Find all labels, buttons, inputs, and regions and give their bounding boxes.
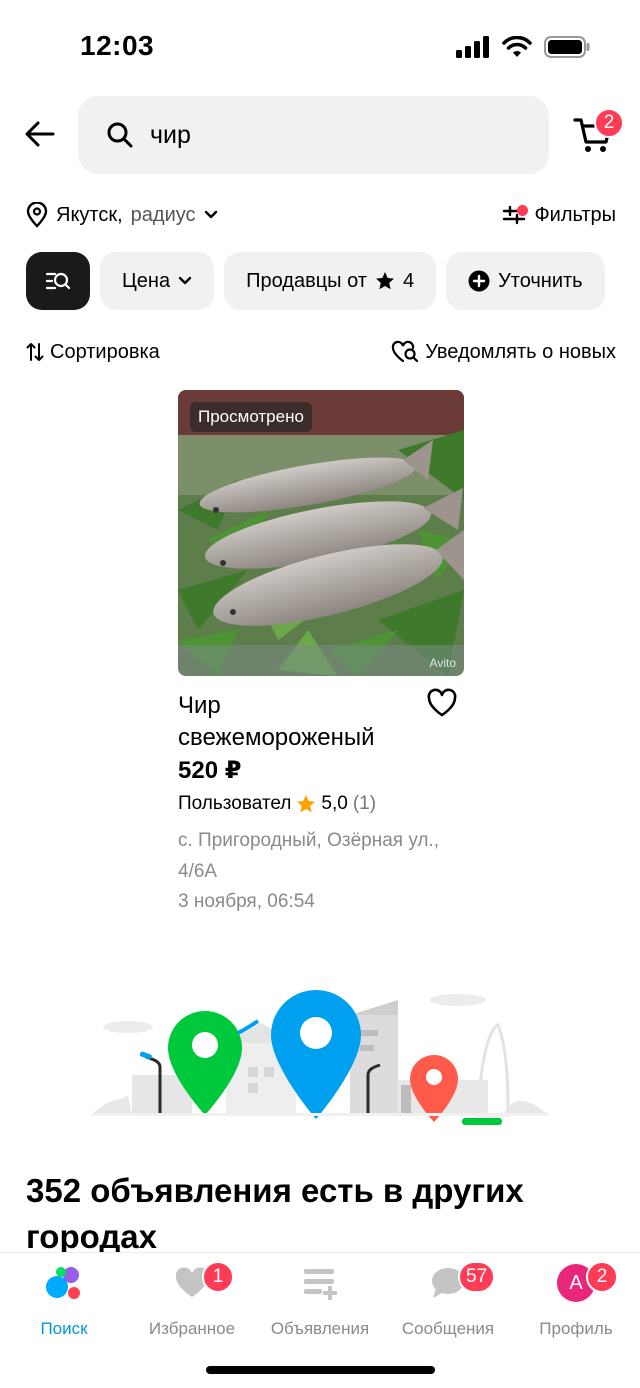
sort-label: Сортировка xyxy=(50,340,160,363)
notify-new-button[interactable]: Уведомлять о новых xyxy=(391,340,616,364)
nav-listings[interactable]: Объявления xyxy=(256,1263,384,1339)
location-city: Якутск, xyxy=(56,203,123,226)
chevron-down-icon xyxy=(204,210,217,219)
other-cities-illustration xyxy=(88,985,558,1130)
plus-circle-icon xyxy=(468,270,490,292)
nav-profile[interactable]: А 2 Профиль xyxy=(512,1261,640,1339)
seller-rating: 5,0 xyxy=(321,793,348,814)
sort-button[interactable]: Сортировка xyxy=(26,341,160,364)
listing-photo[interactable]: Просмотрено Avito xyxy=(178,390,464,676)
location-selector[interactable]: Якутск, радиус xyxy=(26,202,218,228)
heart-icon xyxy=(427,688,457,717)
listing-price: 520 ₽ xyxy=(178,757,242,784)
seller-name: Пользовател xyxy=(178,793,292,814)
nav-messages-label: Сообщения xyxy=(401,1319,495,1338)
nav-profile-label: Профиль xyxy=(539,1319,613,1338)
status-icons xyxy=(456,36,590,58)
location-filter-row: Якутск, радиус Фильтры xyxy=(26,198,616,232)
search-query: чир xyxy=(150,120,191,149)
price-chip[interactable]: Цена xyxy=(100,252,215,310)
filters-label: Фильтры xyxy=(534,203,616,226)
nav-search[interactable]: Поиск xyxy=(0,1263,128,1339)
sort-arrows-icon xyxy=(26,343,44,361)
heart-search-icon xyxy=(392,340,419,363)
favorites-badge: 1 xyxy=(202,1261,234,1293)
location-pin-icon xyxy=(26,202,48,228)
listings-add-icon xyxy=(300,1263,340,1303)
status-bar: 12:03 xyxy=(0,0,640,90)
favorite-button[interactable] xyxy=(426,688,460,722)
filters-indicator-dot xyxy=(517,204,529,216)
nav-messages[interactable]: 57 Сообщения xyxy=(384,1261,512,1339)
star-icon xyxy=(375,272,394,290)
sellers-rating-chip[interactable]: Продавцы от 4 xyxy=(224,252,437,310)
sellers-chip-rating: 4 xyxy=(402,269,415,292)
listing-title[interactable]: Чир свежемороженый xyxy=(178,690,418,754)
smart-search-chip[interactable] xyxy=(26,252,90,310)
avito-dots-icon xyxy=(44,1263,84,1303)
avito-watermark: Avito xyxy=(429,656,456,670)
arrow-left-icon xyxy=(25,121,55,147)
list-search-icon xyxy=(45,272,71,290)
listing-address: с. Пригородный, Озёрная ул., 4/6А xyxy=(178,830,440,882)
location-radius: радиус xyxy=(130,203,196,226)
nav-search-label: Поиск xyxy=(40,1319,88,1338)
status-time: 12:03 xyxy=(80,30,155,61)
price-chip-label: Цена xyxy=(122,269,171,292)
refine-chip-label: Уточнить xyxy=(498,269,583,292)
search-input[interactable]: чир xyxy=(78,96,549,174)
wifi-icon xyxy=(502,36,532,57)
search-header: чир xyxy=(0,96,640,174)
star-icon xyxy=(297,795,316,813)
seller-reviews-count: (1) xyxy=(352,793,377,814)
listing-date: 3 ноября, 06:54 xyxy=(178,891,315,912)
messages-badge: 57 xyxy=(458,1261,496,1293)
other-cities-heading: 352 объявления есть в других городах xyxy=(26,1172,524,1255)
signal-icon xyxy=(456,36,489,58)
cart-badge: 2 xyxy=(594,108,624,138)
search-icon xyxy=(107,122,133,148)
refine-chip[interactable]: Уточнить xyxy=(446,252,605,310)
back-button[interactable] xyxy=(20,114,60,154)
notify-label: Уведомлять о новых xyxy=(425,340,616,363)
nav-favorites-label: Избранное xyxy=(148,1319,236,1338)
nav-listings-label: Объявления xyxy=(270,1319,370,1338)
filter-chips: Цена Продавцы от 4 Уточнить xyxy=(26,252,605,310)
viewed-badge: Просмотрено xyxy=(190,402,312,432)
sellers-chip-label: Продавцы от xyxy=(246,269,367,292)
battery-icon xyxy=(544,36,590,58)
chevron-down-icon xyxy=(178,276,192,285)
listing-card[interactable]: Просмотрено Avito Чир свежемороженый 520… xyxy=(178,390,464,913)
nav-favorites[interactable]: 1 Избранное xyxy=(128,1261,256,1339)
home-indicator xyxy=(206,1366,435,1374)
fish-photo xyxy=(178,390,464,676)
sort-row: Сортировка Уведомлять о новых xyxy=(26,338,616,366)
seller-info[interactable]: Пользовател 5,0 (1) xyxy=(178,793,464,815)
profile-badge: 2 xyxy=(586,1261,618,1293)
filters-button[interactable]: Фильтры xyxy=(502,204,616,227)
